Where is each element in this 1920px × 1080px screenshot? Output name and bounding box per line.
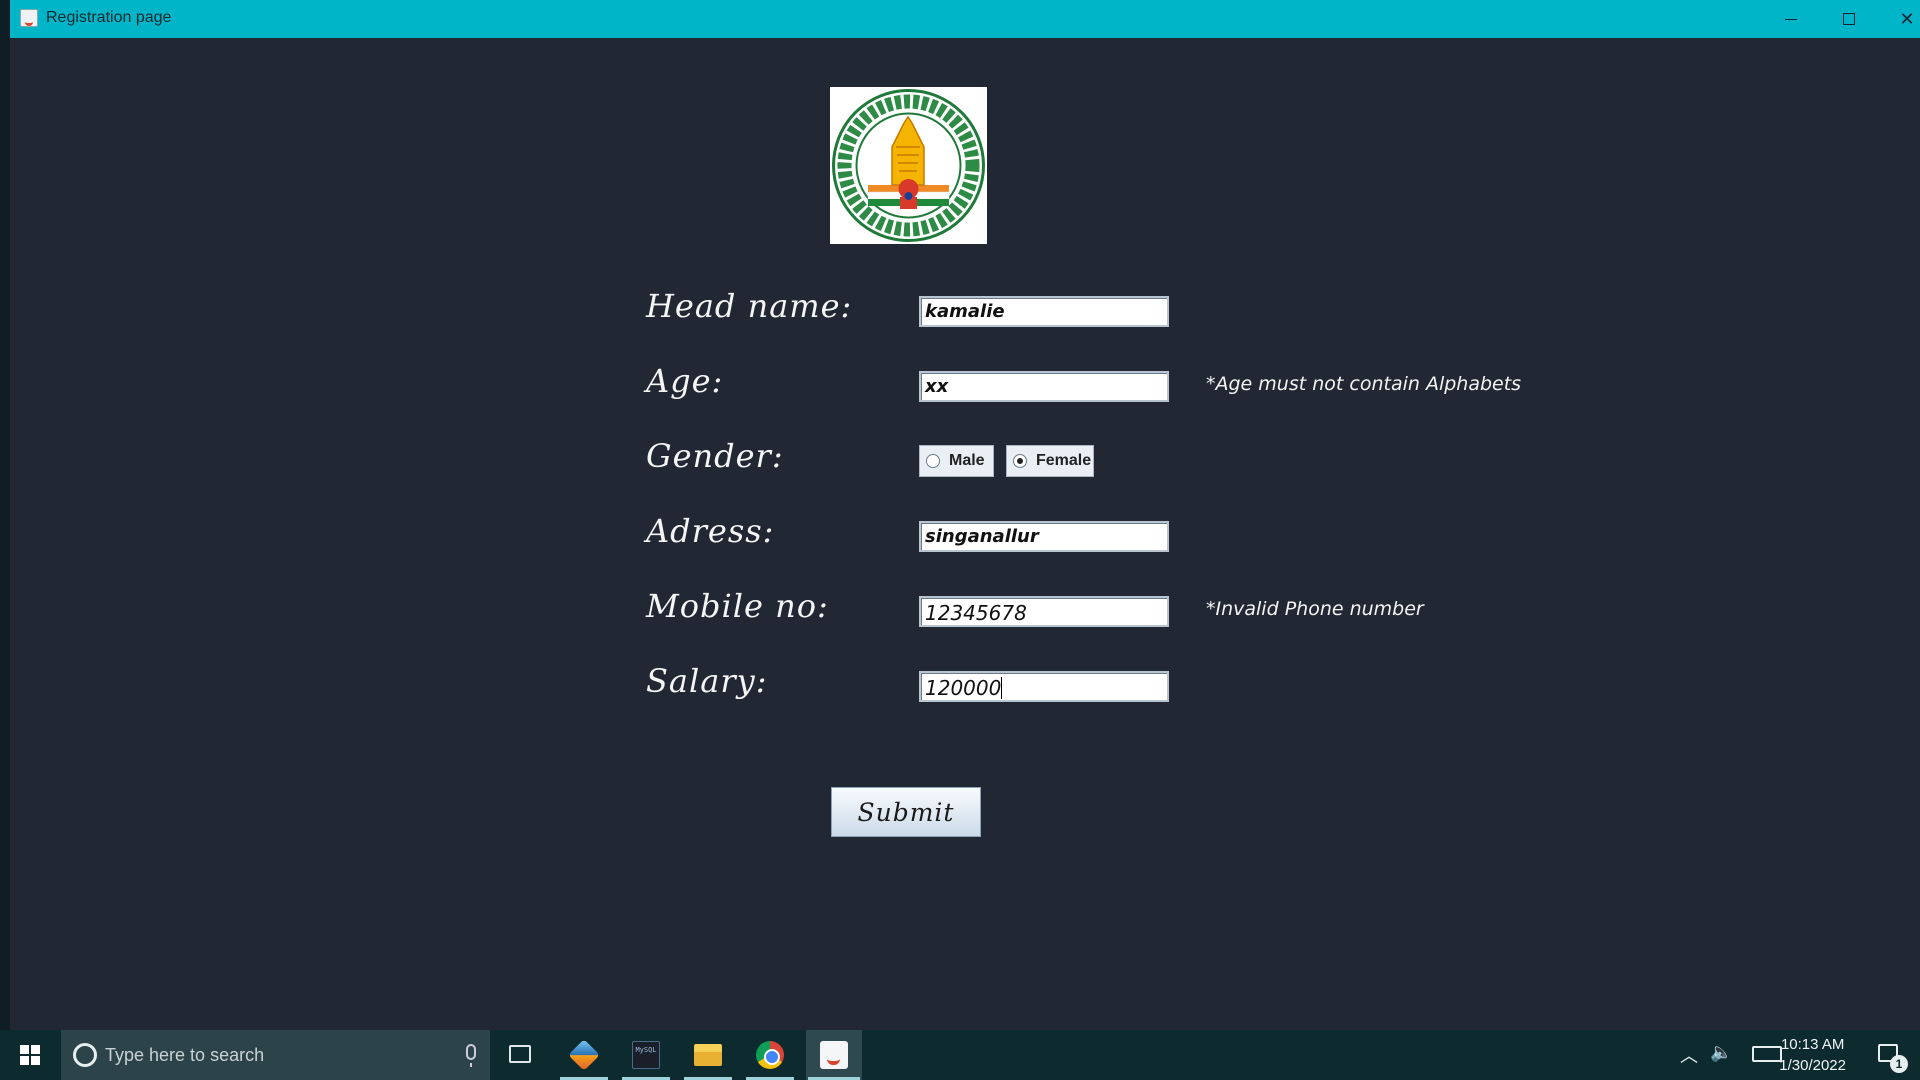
notification-badge: 1 <box>1890 1055 1908 1073</box>
taskbar-search-box[interactable]: Type here to search <box>61 1030 490 1080</box>
java-cup-icon <box>20 9 38 27</box>
clock[interactable]: 10:13 AM 1/30/2022 <box>1779 1034 1846 1076</box>
mysql-icon-label: MySQL <box>635 1046 657 1054</box>
app-window: Registration page ✕ Head name: Age: Gend… <box>0 0 1920 1030</box>
chevron-up-icon[interactable]: ︿ <box>1680 1042 1698 1068</box>
age-value: xx <box>925 376 949 397</box>
head-name-value: kamalie <box>925 301 1005 322</box>
taskbar-app-netbeans[interactable] <box>558 1030 610 1080</box>
salary-label: Salary: <box>646 662 768 700</box>
gender-label: Gender: <box>646 437 784 475</box>
taskbar: Type here to search MySQL ︿ 🔈 10:13 AM 1… <box>0 1030 1920 1080</box>
head-name-label: Head name: <box>646 287 853 325</box>
cortana-icon <box>73 1043 97 1067</box>
taskbar-app-java[interactable] <box>806 1030 862 1080</box>
mobile-input[interactable]: 12345678 <box>919 596 1169 627</box>
windows-logo-icon <box>20 1045 40 1065</box>
maximize-icon <box>1843 13 1855 25</box>
taskbar-app-chrome[interactable] <box>744 1030 796 1080</box>
female-option-label: Female <box>1036 452 1092 469</box>
mysql-icon: MySQL <box>632 1041 660 1069</box>
minimize-icon <box>1785 18 1797 20</box>
address-label: Adress: <box>646 512 775 550</box>
male-option-label: Male <box>949 452 985 469</box>
taskbar-app-file-explorer[interactable] <box>682 1030 734 1080</box>
tamil-nadu-emblem-icon <box>830 87 987 244</box>
chrome-icon <box>756 1041 784 1069</box>
search-placeholder: Type here to search <box>105 1044 265 1065</box>
close-button[interactable]: ✕ <box>1878 0 1920 38</box>
salary-input[interactable]: 120000 <box>919 671 1169 702</box>
mobile-error-message: *Invalid Phone number <box>1206 598 1424 620</box>
salary-value: 120000 <box>925 676 1002 700</box>
clock-date: 1/30/2022 <box>1779 1057 1846 1074</box>
text-caret <box>1001 677 1003 699</box>
radio-unchecked-icon <box>926 454 940 468</box>
file-explorer-icon <box>694 1044 722 1066</box>
address-value: singanallur <box>925 526 1039 547</box>
age-error-message: *Age must not contain Alphabets <box>1206 373 1522 395</box>
volume-icon[interactable]: 🔈 <box>1710 1042 1732 1063</box>
address-input[interactable]: singanallur <box>919 521 1169 552</box>
taskbar-app-mysql[interactable]: MySQL <box>620 1030 672 1080</box>
keyboard-icon[interactable] <box>1752 1046 1782 1062</box>
maximize-button[interactable] <box>1820 0 1878 38</box>
age-input[interactable]: xx <box>919 371 1169 402</box>
title-bar[interactable]: Registration page ✕ <box>10 0 1920 38</box>
java-icon <box>820 1041 848 1069</box>
radio-checked-icon <box>1013 454 1027 468</box>
microphone-icon[interactable] <box>466 1044 476 1067</box>
gender-male-radio[interactable]: Male <box>919 445 994 477</box>
clock-time: 10:13 AM <box>1780 1036 1845 1053</box>
head-name-input[interactable]: kamalie <box>919 296 1169 327</box>
task-view-icon[interactable] <box>509 1045 531 1063</box>
start-button[interactable] <box>0 1030 60 1080</box>
mobile-value: 12345678 <box>925 601 1027 625</box>
netbeans-icon <box>568 1039 600 1071</box>
gender-female-radio[interactable]: Female <box>1006 445 1094 477</box>
minimize-button[interactable] <box>1762 0 1820 38</box>
mobile-label: Mobile no: <box>646 587 829 625</box>
submit-button[interactable]: Submit <box>831 787 981 837</box>
close-icon: ✕ <box>1899 8 1915 30</box>
age-label: Age: <box>646 362 724 400</box>
window-title: Registration page <box>46 9 172 26</box>
